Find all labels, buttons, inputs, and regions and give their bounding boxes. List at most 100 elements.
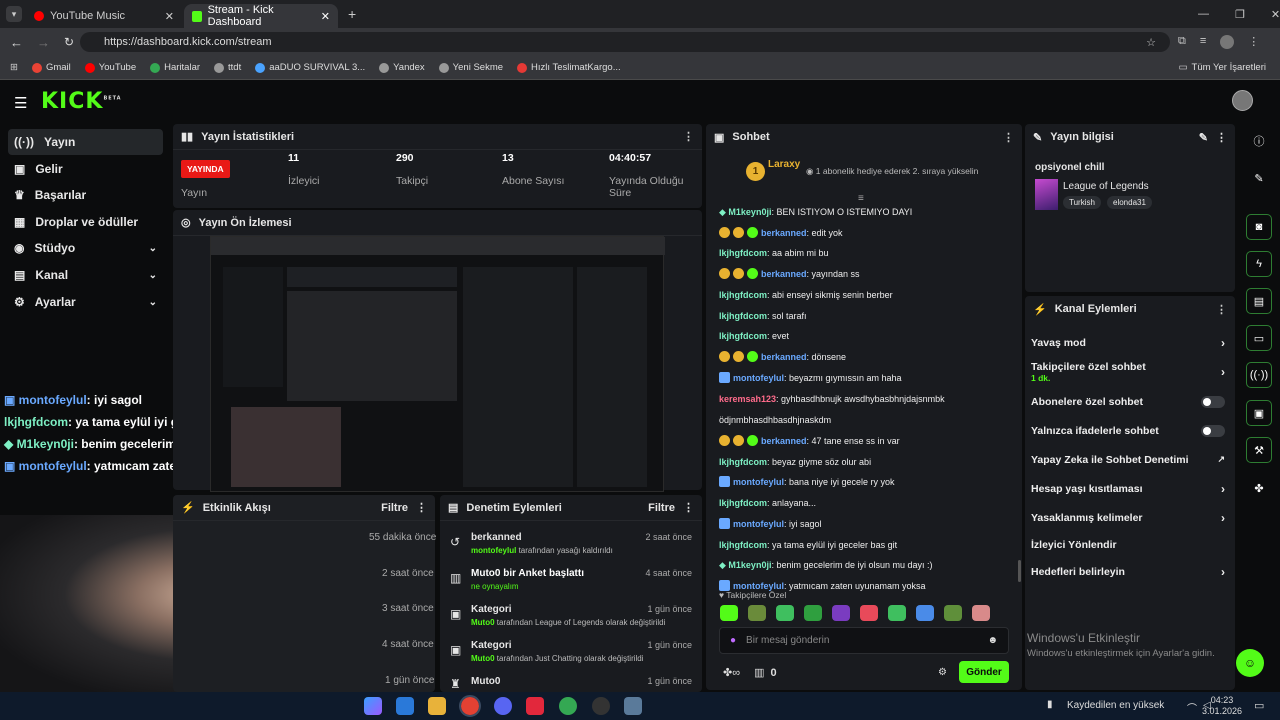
chat-message[interactable]: montofeylul: bana niye iyi gecele ry yok xyxy=(719,472,1019,493)
file-explorer-icon[interactable] xyxy=(428,697,446,715)
chat-scrollbar[interactable] xyxy=(1018,560,1021,582)
action-slow-mode[interactable]: Yavaş mod › xyxy=(1023,328,1233,357)
bookmark-gmail[interactable]: Gmail xyxy=(31,62,71,73)
kebab-menu-icon[interactable]: ⋮ xyxy=(683,501,694,514)
support-chat-icon[interactable]: ☺ xyxy=(1236,649,1264,677)
moderation-item[interactable]: ▥ Muto0 bir Anket başlattı ne oynayalım … xyxy=(450,566,698,602)
chat-message[interactable]: lkjhgfdcom: anlayana... xyxy=(719,493,1019,514)
emotes-only-toggle[interactable] xyxy=(1201,424,1225,437)
forward-icon[interactable]: → xyxy=(37,35,50,50)
chat-username[interactable]: berkanned xyxy=(761,269,807,279)
chat-username[interactable]: M1keyn0ji xyxy=(728,560,771,570)
chat-username[interactable]: M1keyn0ji xyxy=(728,207,771,217)
chat-username[interactable]: berkanned xyxy=(761,436,807,446)
moderation-item[interactable]: ▣ Kategori Muto0 tarafından League of Le… xyxy=(450,602,698,638)
chat-username[interactable]: lkjhgfdcom xyxy=(719,498,767,508)
pinned-username[interactable]: Laraxy xyxy=(768,159,800,170)
user-avatar[interactable] xyxy=(1232,90,1253,111)
chrome-icon[interactable] xyxy=(459,695,481,717)
tag-chip[interactable]: Turkish xyxy=(1063,196,1101,209)
mic-icon[interactable]: ● xyxy=(730,635,736,646)
tab-youtube-music[interactable]: YouTube Music ✕ xyxy=(26,4,182,28)
moderation-item[interactable]: ↺ berkanned montofeylul tarafından yasağ… xyxy=(450,530,698,566)
close-icon[interactable]: ✕ xyxy=(321,10,330,23)
emote-icon[interactable] xyxy=(972,605,990,621)
chat-settings-icon[interactable]: ⚙ xyxy=(938,667,947,678)
chat-rail-icon[interactable]: ▭ xyxy=(1246,325,1272,351)
clip-icon[interactable]: ◙ xyxy=(1246,214,1272,240)
pencil-icon[interactable]: ✎ xyxy=(1246,165,1272,191)
sidebar-item-yayin[interactable]: ((·)) Yayın xyxy=(8,129,163,155)
emote-icon[interactable] xyxy=(832,605,850,621)
chat-input[interactable]: ● Bir mesaj gönderin ☻ xyxy=(719,627,1009,654)
chat-message[interactable]: lkjhgfdcom: abi enseyi sikmiş senin berb… xyxy=(719,285,1019,306)
category-thumbnail[interactable] xyxy=(1035,179,1058,210)
taskbar-status-text[interactable]: Kaydedilen en yüksek xyxy=(1067,700,1164,711)
bookmark-duo[interactable]: aaDUO SURVIVAL 3... xyxy=(255,62,365,73)
clock[interactable]: 04:23 3.01.2026 xyxy=(1199,695,1245,717)
chat-username[interactable]: lkjhgfdcom xyxy=(719,248,767,258)
chat-username[interactable]: lkjhgfdcom xyxy=(719,311,767,321)
action-goals[interactable]: Hedefleri belirleyin › xyxy=(1023,557,1233,586)
gift-box-icon[interactable]: ▥ xyxy=(754,666,764,679)
broadcast-icon[interactable]: ((·)) xyxy=(1246,362,1272,388)
apps-icon[interactable]: ⊞ xyxy=(10,62,18,73)
widgets-icon[interactable] xyxy=(364,697,382,715)
chat-message[interactable]: montofeylul: beyazmı gıymıssın am haha xyxy=(719,368,1019,389)
window-close-icon[interactable]: ✕ xyxy=(1271,8,1280,21)
kebab-menu-icon[interactable]: ⋮ xyxy=(1216,303,1227,316)
chat-username[interactable]: montofeylul xyxy=(733,519,784,529)
close-icon[interactable]: ✕ xyxy=(165,10,174,23)
back-icon[interactable]: ← xyxy=(10,35,23,50)
chat-points-infinity-icon[interactable]: ✤∞ xyxy=(723,666,740,679)
bolt-rail-icon[interactable]: ϟ xyxy=(1246,251,1272,277)
chat-username[interactable]: berkanned xyxy=(761,352,807,362)
chat-message[interactable]: ödjnmbhasdhbasdhjnaskdm xyxy=(719,410,1019,431)
chat-message[interactable]: ◆ M1keyn0ji: BEN ISTIYOM O ISTEMIYO DAYI xyxy=(719,202,1019,223)
emote-icon[interactable] xyxy=(860,605,878,621)
chat-message[interactable]: berkanned: 47 tane ense ss in var xyxy=(719,431,1019,452)
all-bookmarks[interactable]: ▭ Tüm Yer İşaretleri xyxy=(1179,62,1266,73)
tools-icon[interactable]: ⚒ xyxy=(1246,437,1272,463)
kebab-menu-icon[interactable]: ⋮ xyxy=(683,130,694,143)
chat-message[interactable]: berkanned: edit yok xyxy=(719,223,1019,244)
kick-logo[interactable]: KICKBETA xyxy=(41,89,122,114)
chrome-alt-icon[interactable] xyxy=(559,697,577,715)
action-ai-moderation[interactable]: Yapay Zeka ile Sohbet Denetimi ↗ xyxy=(1023,445,1233,474)
chat-username[interactable]: lkjhgfdcom xyxy=(719,540,767,550)
chat-message[interactable]: lkjhgfdcom: evet xyxy=(719,326,1019,347)
kebab-menu-icon[interactable]: ⋮ xyxy=(1216,131,1227,144)
chat-username[interactable]: lkjhgfdcom xyxy=(719,290,767,300)
emote-icon[interactable] xyxy=(748,605,766,621)
app-icon[interactable] xyxy=(624,697,642,715)
bookmark-star-icon[interactable]: ☆ xyxy=(1146,36,1156,49)
bookmark-yandex[interactable]: Yandex xyxy=(379,62,425,73)
chat-message[interactable]: lkjhgfdcom: ya tama eylül iyi geceler ba… xyxy=(719,535,1019,556)
discord-icon[interactable] xyxy=(494,697,512,715)
chat-username[interactable]: lkjhgfdcom xyxy=(719,457,767,467)
emote-icon[interactable] xyxy=(804,605,822,621)
subscribers-only-toggle[interactable] xyxy=(1201,395,1225,408)
tab-search-icon[interactable]: ▾ xyxy=(6,6,22,22)
sidebar-item-droplar[interactable]: ▦ Droplar ve ödüller xyxy=(8,209,163,235)
emote-icon[interactable] xyxy=(720,605,738,621)
sidebar-item-kanal[interactable]: ▤ Kanal ⌄ xyxy=(8,262,163,288)
chat-message[interactable]: lkjhgfdcom: sol tarafı xyxy=(719,306,1019,327)
new-tab-icon[interactable]: + xyxy=(348,6,356,22)
filter-button[interactable]: Filtre xyxy=(648,502,675,514)
app-icon[interactable] xyxy=(526,697,544,715)
chat-message[interactable]: lkjhgfdcom: aa abim mi bu xyxy=(719,243,1019,264)
bookmark-ttdt[interactable]: ttdt xyxy=(214,62,241,73)
extensions-icon[interactable]: ⧉ xyxy=(1178,35,1186,49)
chat-username[interactable]: lkjhgfdcom xyxy=(719,331,767,341)
kebab-menu-icon[interactable]: ⋮ xyxy=(416,501,427,514)
action-subscribers-only[interactable]: Abonelere özel sohbet xyxy=(1023,387,1233,416)
moderation-item[interactable]: ▣ Kategori Muto0 tarafından Just Chattin… xyxy=(450,638,698,674)
sidebar-item-studyo[interactable]: ◉ Stüdyo ⌄ xyxy=(8,235,163,261)
category-name[interactable]: League of Legends xyxy=(1063,181,1149,192)
profile-avatar[interactable] xyxy=(1220,35,1235,49)
sidebar-item-ayarlar[interactable]: ⚙ Ayarlar ⌄ xyxy=(8,289,163,315)
info-icon[interactable]: ⓘ xyxy=(1246,128,1272,154)
maximize-icon[interactable]: ❐ xyxy=(1235,8,1245,21)
obs-icon[interactable] xyxy=(592,697,610,715)
